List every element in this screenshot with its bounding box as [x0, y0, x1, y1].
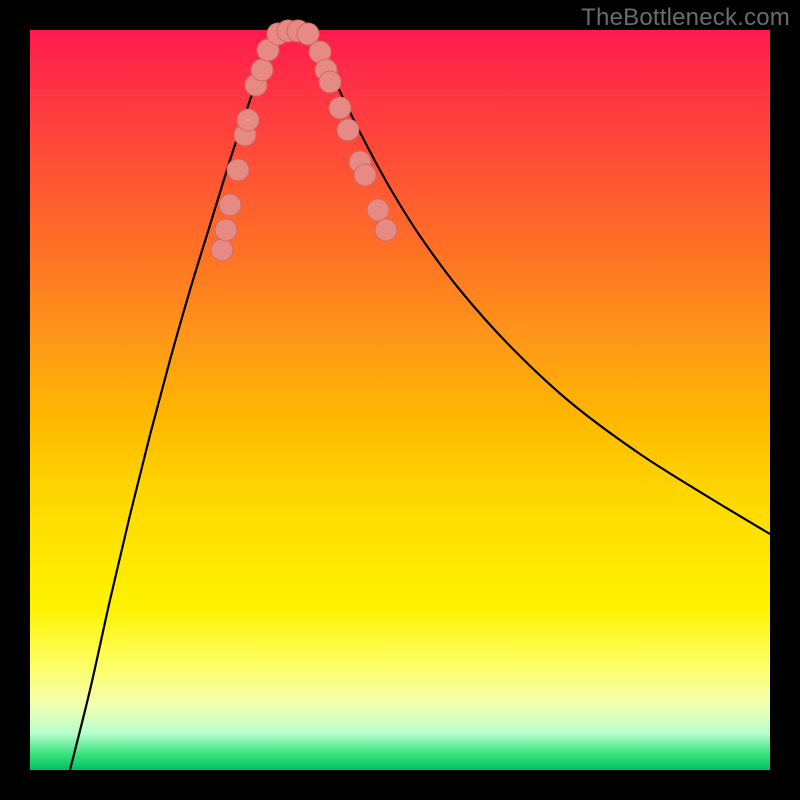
marker-dot-left [227, 159, 249, 181]
marker-dot-left [219, 194, 241, 216]
curve-right [310, 32, 770, 534]
watermark-text: TheBottleneck.com [581, 4, 790, 32]
marker-dot-left [211, 239, 233, 261]
marker-dot-left [251, 59, 273, 81]
marker-dot-left [237, 109, 259, 131]
chart-svg [30, 30, 770, 770]
marker-dot-right [375, 219, 397, 241]
marker-dot-right [354, 164, 376, 186]
marker-dot-right [319, 71, 341, 93]
marker-dot-left [215, 219, 237, 241]
chart-frame: TheBottleneck.com [0, 0, 800, 800]
chart-plot-area [30, 30, 770, 770]
marker-dot-right [367, 199, 389, 221]
marker-dot-right [337, 119, 359, 141]
marker-group [211, 20, 397, 261]
marker-dot-right [329, 97, 351, 119]
